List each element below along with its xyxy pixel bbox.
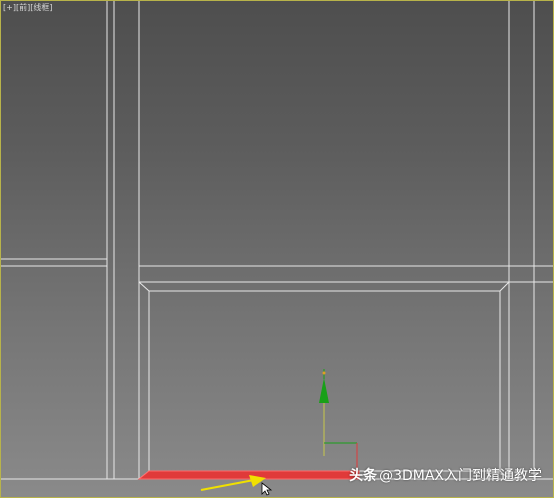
watermark: 头条 @3DMAX入门到精通教学	[349, 465, 542, 485]
gizmo-pivot-dot	[322, 371, 326, 375]
wire-bevel-tl	[138, 281, 150, 292]
mouse-pointer-icon	[261, 482, 273, 496]
watermark-handle: @3DMAX入门到精通教学	[379, 468, 542, 484]
front-viewport[interactable]: [+][前][线框] 头条 @3DMAX入门到精通教学	[0, 0, 554, 498]
gizmo-y-arrow-icon[interactable]	[319, 378, 329, 403]
wire-bevel-tr	[499, 281, 510, 292]
wireframe-geometry	[1, 1, 553, 480]
watermark-brand: 头条	[349, 468, 378, 484]
wireframe-scene[interactable]	[1, 1, 554, 498]
move-gizmo[interactable]	[319, 369, 358, 471]
